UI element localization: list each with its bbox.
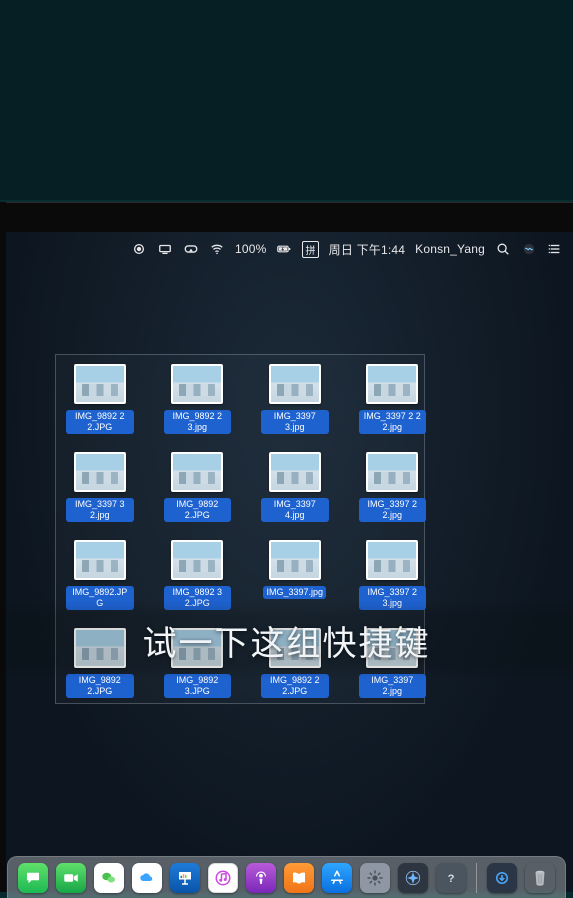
file-name-label: IMG_3397 2 2.jpg	[359, 498, 427, 522]
file-thumbnail	[366, 540, 418, 580]
file-name-label: IMG_9892 2 2.JPG	[66, 410, 134, 434]
file-thumbnail	[74, 364, 126, 404]
file-thumbnail	[171, 540, 223, 580]
screenshot-stage: 100% 拼 周日 下午1:44 Konsn_Yang IMG_9892 2 2…	[0, 0, 573, 898]
dock-app-messages[interactable]	[18, 863, 48, 893]
desktop-file-icon[interactable]: IMG_9892 2 3.jpg	[164, 364, 232, 434]
menubar-username[interactable]: Konsn_Yang	[415, 242, 485, 256]
svg-text:?: ?	[448, 872, 455, 884]
vr-icon[interactable]	[183, 241, 199, 257]
spotlight-search-icon[interactable]	[495, 241, 511, 257]
wifi-icon[interactable]	[209, 241, 225, 257]
dock-app-appstore[interactable]	[322, 863, 352, 893]
file-thumbnail	[366, 452, 418, 492]
file-thumbnail	[74, 452, 126, 492]
dock: ?	[7, 856, 566, 898]
battery-percent[interactable]: 100%	[235, 242, 267, 256]
desktop-file-icon[interactable]: IMG_3397 4.jpg	[261, 452, 329, 522]
subtitle-text: 试一下这组快捷键	[143, 616, 431, 665]
dock-app-wechat[interactable]	[94, 863, 124, 893]
input-method-indicator[interactable]: 拼	[302, 241, 318, 258]
file-name-label: IMG_3397 3 2.jpg	[66, 498, 134, 522]
dock-separator	[476, 863, 477, 893]
dock-app-help[interactable]: ?	[436, 863, 466, 893]
dock-stack-downloads[interactable]	[487, 863, 517, 893]
file-name-label: IMG_9892 2 3.jpg	[164, 410, 232, 434]
dock-app-itunes[interactable]	[208, 863, 238, 893]
file-thumbnail	[269, 540, 321, 580]
file-thumbnail	[269, 452, 321, 492]
menubar-datetime[interactable]: 周日 下午1:44	[329, 241, 406, 258]
file-name-label: IMG_9892 2.JPG	[164, 498, 232, 522]
video-subtitle-band: 试一下这组快捷键	[0, 600, 573, 680]
file-row: IMG_3397 3 2.jpg IMG_9892 2.JPG IMG_3397 4…	[66, 452, 426, 522]
screen-record-indicator-icon[interactable]	[131, 241, 147, 257]
battery-icon[interactable]	[276, 241, 292, 257]
desktop-file-icon[interactable]: IMG_3397 2 2 2.jpg	[359, 364, 427, 434]
desktop-file-icon[interactable]: IMG_9892 2.JPG	[164, 452, 232, 522]
file-thumbnail	[366, 364, 418, 404]
dock-trash[interactable]	[525, 863, 555, 893]
dock-app-system-preferences[interactable]	[360, 863, 390, 893]
dock-app-books[interactable]	[284, 863, 314, 893]
siri-icon[interactable]	[521, 241, 537, 257]
dock-app-keynote[interactable]	[170, 863, 200, 893]
desktop-file-icon[interactable]: IMG_3397 3.jpg	[261, 364, 329, 434]
file-thumbnail	[269, 364, 321, 404]
letterbox-top	[0, 0, 573, 200]
dock-app-icloud-drive[interactable]	[132, 863, 162, 893]
desktop-file-icon[interactable]: IMG_9892 2 2.JPG	[66, 364, 134, 434]
file-thumbnail	[171, 452, 223, 492]
notification-center-icon[interactable]	[547, 241, 563, 257]
desktop-area[interactable]: IMG_9892 2 2.JPG IMG_9892 2 3.jpg IMG_3397…	[6, 262, 573, 898]
dock-app-facetime[interactable]	[56, 863, 86, 893]
dock-container: ?	[0, 852, 573, 898]
desktop-file-icon[interactable]: IMG_3397 2 2.jpg	[359, 452, 427, 522]
display-mirror-icon[interactable]	[157, 241, 173, 257]
laptop-bezel-top	[0, 202, 573, 232]
file-name-label: IMG_3397 4.jpg	[261, 498, 329, 522]
file-row: IMG_9892 2 2.JPG IMG_9892 2 3.jpg IMG_3397…	[66, 364, 426, 434]
dock-app-podcasts[interactable]	[246, 863, 276, 893]
file-name-label: IMG_3397 3.jpg	[261, 410, 329, 434]
file-name-label: IMG_3397 2 2 2.jpg	[359, 410, 427, 434]
file-thumbnail	[171, 364, 223, 404]
dock-app-browser[interactable]	[398, 863, 428, 893]
file-thumbnail	[74, 540, 126, 580]
menubar: 100% 拼 周日 下午1:44 Konsn_Yang	[0, 238, 573, 260]
file-name-label: IMG_3397.jpg	[263, 586, 326, 599]
desktop-file-icon[interactable]: IMG_3397 3 2.jpg	[66, 452, 134, 522]
